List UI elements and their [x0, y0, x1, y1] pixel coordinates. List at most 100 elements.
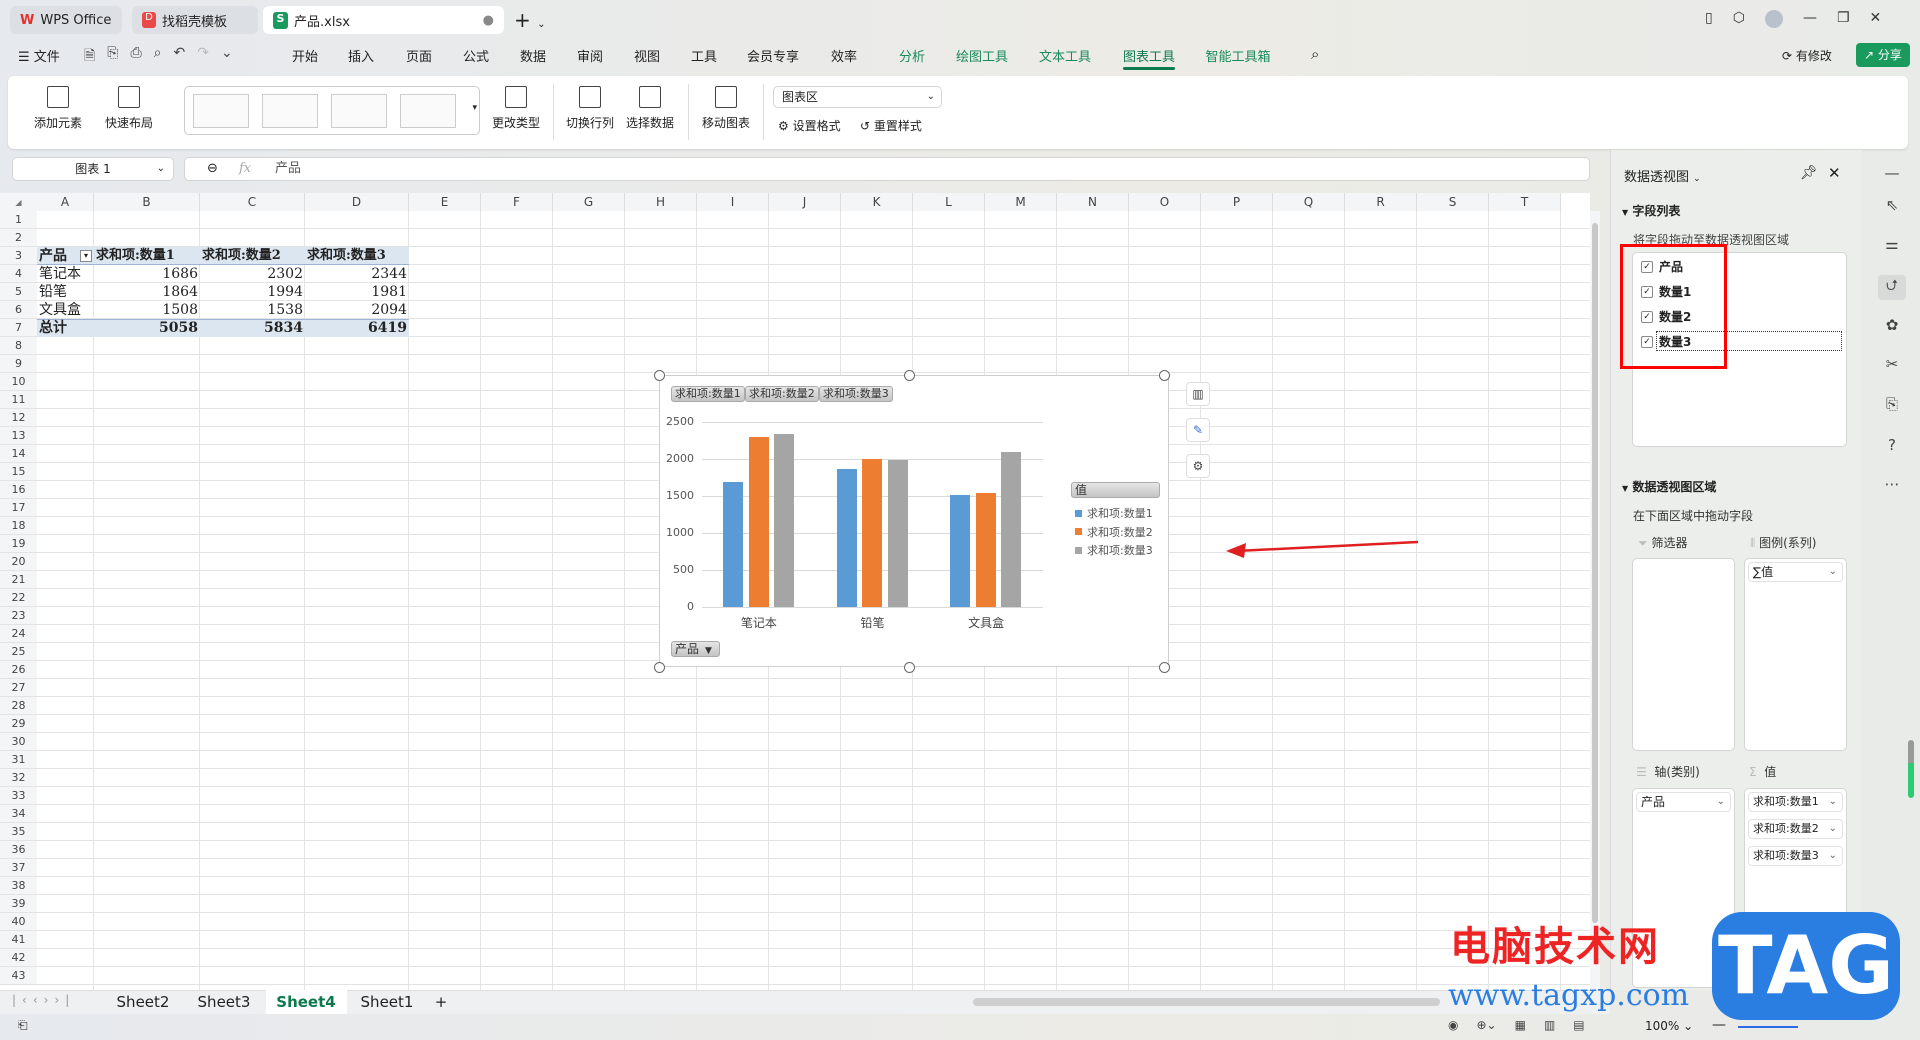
row-header-20[interactable]: 20	[0, 553, 37, 571]
menu-9[interactable]: 效率	[831, 46, 857, 65]
add-element-button[interactable]: 添加元素	[34, 86, 82, 131]
menu-11[interactable]: 绘图工具	[956, 46, 1008, 65]
legend-item[interactable]: 求和项:数量1	[1075, 505, 1153, 521]
sheet-tab-Sheet2[interactable]: Sheet2	[117, 990, 170, 1014]
row-header-15[interactable]: 15	[0, 463, 37, 481]
menu-6[interactable]: 视图	[634, 46, 660, 65]
chart-style-4[interactable]	[400, 94, 456, 128]
modified-status[interactable]: ⟳ 有修改	[1782, 47, 1832, 64]
change-type-button[interactable]: 更改类型	[492, 86, 540, 131]
menu-12[interactable]: 文本工具	[1039, 46, 1091, 65]
fx-icon[interactable]: fx	[239, 158, 251, 180]
switch-row-col-button[interactable]: 切换行列	[566, 86, 614, 131]
cube-icon[interactable]: ⬡	[1733, 10, 1745, 28]
pivot-cell[interactable]: 铅笔	[37, 283, 94, 301]
column-header-O[interactable]: O	[1129, 193, 1201, 211]
chart-style-2[interactable]	[262, 94, 318, 128]
row-header-29[interactable]: 29	[0, 715, 37, 733]
formula-bar[interactable]: ⊖ fx 产品	[184, 157, 1590, 181]
row-header-8[interactable]: 8	[0, 337, 37, 355]
bar-0-1[interactable]	[748, 436, 769, 607]
legend-area[interactable]	[1744, 558, 1847, 751]
menu-3[interactable]: 公式	[463, 46, 489, 65]
device-icon[interactable]: ▯	[1705, 10, 1713, 28]
row-header-7[interactable]: 7	[0, 319, 37, 337]
close-panel-icon[interactable]: ✕	[1828, 164, 1841, 182]
row-header-33[interactable]: 33	[0, 787, 37, 805]
column-header-E[interactable]: E	[409, 193, 481, 211]
row-header-19[interactable]: 19	[0, 535, 37, 553]
row-header-38[interactable]: 38	[0, 877, 37, 895]
menu-8[interactable]: 会员专享	[747, 46, 799, 65]
pivot-cell[interactable]: 2094	[305, 301, 409, 319]
undo-icon[interactable]: ↶	[174, 45, 186, 69]
row-header-36[interactable]: 36	[0, 841, 37, 859]
bar-2-0[interactable]	[950, 495, 971, 607]
more-options-icon[interactable]: ⋯	[1882, 475, 1902, 493]
settings-sliders-icon[interactable]: ⚌	[1882, 235, 1902, 253]
chart-style-3[interactable]	[331, 94, 387, 128]
menu-5[interactable]: 审阅	[577, 46, 603, 65]
move-chart-button[interactable]: 移动图表	[702, 86, 750, 131]
print-icon[interactable]: ⎙	[130, 45, 141, 69]
sheet-tab-Sheet1[interactable]: Sheet1	[361, 990, 414, 1014]
column-header-T[interactable]: T	[1489, 193, 1561, 211]
column-header-C[interactable]: C	[200, 193, 305, 211]
legend-value-dropdown[interactable]: ∑值 ⌄	[1748, 562, 1843, 582]
row-header-21[interactable]: 21	[0, 571, 37, 589]
tab-file[interactable]: S 产品.xlsx ●	[263, 6, 504, 34]
resize-handle[interactable]	[654, 370, 665, 381]
pivot-cell[interactable]: 求和项:数量3	[305, 247, 409, 265]
column-header-F[interactable]: F	[481, 193, 553, 211]
pivot-cell[interactable]: 5834	[200, 319, 305, 337]
pin-icon[interactable]: 📌︎	[1800, 165, 1818, 181]
column-header-L[interactable]: L	[913, 193, 985, 211]
menu-10[interactable]: 分析	[899, 46, 925, 65]
column-header-A[interactable]: A	[37, 193, 94, 211]
value-field-button[interactable]: 求和项:数量1	[671, 386, 745, 402]
pivot-cell[interactable]: 文具盒	[37, 301, 94, 319]
menu-2[interactable]: 页面	[406, 46, 432, 65]
column-header-G[interactable]: G	[553, 193, 625, 211]
filter-dropdown-icon[interactable]: ▾	[80, 250, 92, 262]
book-search-icon[interactable]: ⎘	[1882, 395, 1902, 413]
chart-elements-button[interactable]: ▥	[1186, 382, 1210, 406]
chart-style-button[interactable]: ✎	[1186, 418, 1210, 442]
select-data-button[interactable]: 选择数据	[626, 86, 674, 131]
row-header-34[interactable]: 34	[0, 805, 37, 823]
pivot-cell[interactable]: 求和项:数量1	[94, 247, 200, 265]
value-field-dropdown[interactable]: 求和项:数量1 ⌄	[1748, 792, 1843, 812]
row-header-12[interactable]: 12	[0, 409, 37, 427]
sheet-tab-Sheet4[interactable]: Sheet4	[276, 990, 335, 1014]
new-tab-button[interactable]: + ⌄	[514, 8, 546, 32]
sheet-tab-Sheet3[interactable]: Sheet3	[198, 990, 251, 1014]
row-header-41[interactable]: 41	[0, 931, 37, 949]
row-header-6[interactable]: 6	[0, 301, 37, 319]
more-icon[interactable]: ⌄	[221, 45, 233, 69]
macro-icon[interactable]: ⎗	[18, 1018, 28, 1033]
menu-7[interactable]: 工具	[691, 46, 717, 65]
column-header-S[interactable]: S	[1417, 193, 1489, 211]
resize-handle[interactable]	[1159, 662, 1170, 673]
menu-0[interactable]: 开始	[292, 46, 318, 65]
column-header-K[interactable]: K	[841, 193, 913, 211]
bar-1-1[interactable]	[862, 459, 883, 607]
row-header-9[interactable]: 9	[0, 355, 37, 373]
file-menu[interactable]: ☰ 文件	[18, 46, 60, 65]
row-header-39[interactable]: 39	[0, 895, 37, 913]
row-header-27[interactable]: 27	[0, 679, 37, 697]
bar-0-2[interactable]	[774, 433, 794, 607]
menu-14[interactable]: 智能工具箱	[1205, 46, 1270, 65]
panel-title[interactable]: 数据透视图 ⌄	[1624, 166, 1701, 185]
menu-1[interactable]: 插入	[348, 46, 374, 65]
row-header-42[interactable]: 42	[0, 949, 37, 967]
pivot-cell[interactable]: 总计	[37, 319, 94, 337]
quick-layout-button[interactable]: 快速布局	[105, 86, 153, 131]
export-icon[interactable]: ⎘	[107, 45, 118, 69]
row-header-10[interactable]: 10	[0, 373, 37, 391]
pivot-cell[interactable]: 6419	[305, 319, 409, 337]
value-field-button[interactable]: 求和项:数量3	[819, 386, 893, 402]
pivot-cell[interactable]: 1686	[94, 265, 200, 283]
row-header-35[interactable]: 35	[0, 823, 37, 841]
panel-scrollbar[interactable]	[1908, 740, 1914, 798]
